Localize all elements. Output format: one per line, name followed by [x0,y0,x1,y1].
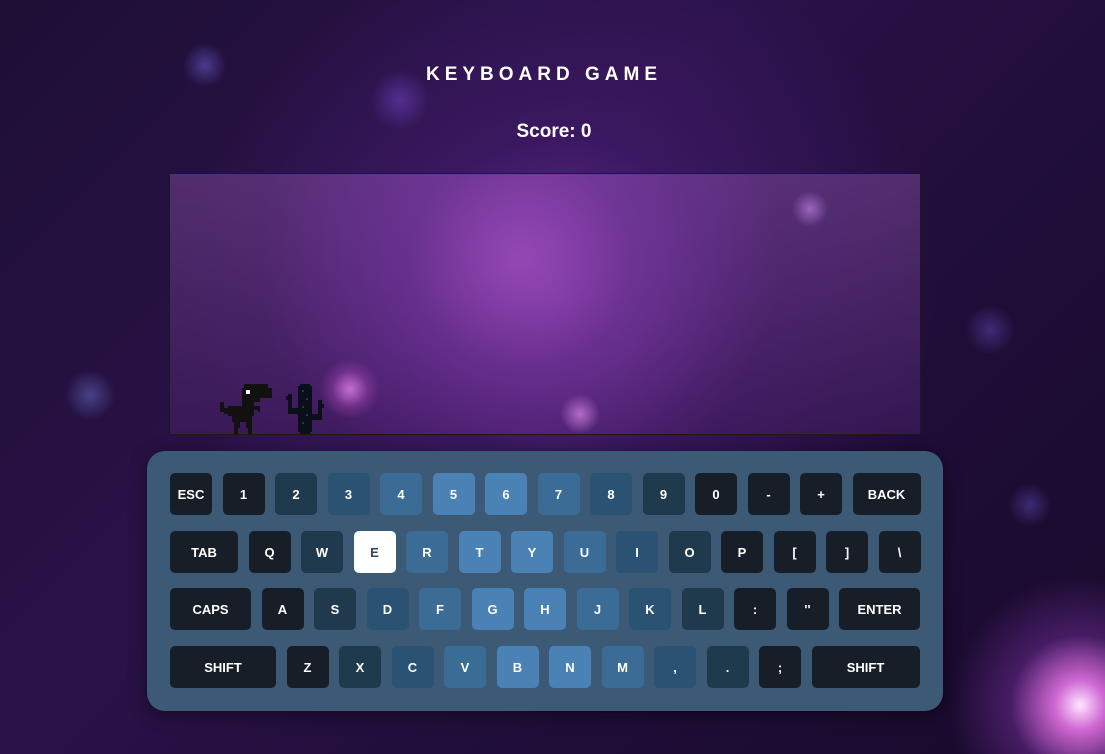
game-canvas[interactable] [169,173,921,435]
key-w[interactable]: W [301,531,343,573]
key-g[interactable]: G [471,588,514,630]
key-n[interactable]: N [549,646,591,688]
key-m[interactable]: M [601,646,644,688]
key-comma[interactable]: , [654,646,696,688]
key-t[interactable]: T [458,531,501,573]
key-x[interactable]: X [339,646,381,688]
key-1[interactable]: 1 [222,473,265,515]
key-l[interactable]: L [681,588,724,630]
key-enter[interactable]: ENTER [839,588,920,630]
key-q[interactable]: Q [248,531,291,573]
key-shift-right[interactable]: SHIFT [811,646,920,688]
key-b[interactable]: B [496,646,539,688]
key-esc[interactable]: ESC [170,473,212,515]
key-j[interactable]: J [576,588,619,630]
key-v[interactable]: V [444,646,486,688]
key-d[interactable]: D [366,588,409,630]
key-left-bracket[interactable]: [ [773,531,816,573]
key-i[interactable]: I [616,531,658,573]
cactus-icon [286,384,324,434]
key-period[interactable]: . [706,646,749,688]
dinosaur-icon [220,384,272,434]
key-h[interactable]: H [524,588,566,630]
key-right-bracket[interactable]: ] [826,531,868,573]
key-back[interactable]: BACK [852,473,921,515]
key-c[interactable]: C [391,646,434,688]
on-screen-keyboard: ESC 1 2 3 4 5 6 7 8 9 0- + BACK TAB Q W E R T Y U I O P[] \ CAPS A… [147,451,943,711]
key-caps[interactable]: CAPS [170,588,251,630]
key-8[interactable]: 8 [590,473,632,515]
key-e[interactable]: E [353,531,396,573]
key-7[interactable]: 7 [537,473,580,515]
key-plus[interactable]: + [800,473,842,515]
key-minus[interactable]: - [747,473,790,515]
key-a[interactable]: A [261,588,304,630]
key-s[interactable]: S [314,588,356,630]
key-2[interactable]: 2 [275,473,317,515]
key-z[interactable]: Z [286,646,329,688]
key-colon[interactable]: : [734,588,776,630]
key-u[interactable]: U [563,531,606,573]
key-6[interactable]: 6 [485,473,527,515]
page-title: KEYBOARD GAME [425,64,662,85]
key-shift-left[interactable]: SHIFT [170,646,276,688]
key-0[interactable]: 0 [695,473,737,515]
key-quote[interactable]: '' [786,588,829,630]
key-3[interactable]: 3 [327,473,370,515]
key-y[interactable]: Y [511,531,553,573]
key-9[interactable]: 9 [642,473,685,515]
key-4[interactable]: 4 [380,473,422,515]
key-backslash[interactable]: \ [878,531,921,573]
key-p[interactable]: P [721,531,763,573]
score-display: Score: 0 [516,121,592,142]
key-semicolon[interactable]: ; [759,646,801,688]
key-tab[interactable]: TAB [170,531,238,573]
key-o[interactable]: O [668,531,711,573]
key-k[interactable]: K [629,588,671,630]
key-5[interactable]: 5 [432,473,475,515]
key-f[interactable]: F [419,588,461,630]
key-r[interactable]: R [406,531,448,573]
